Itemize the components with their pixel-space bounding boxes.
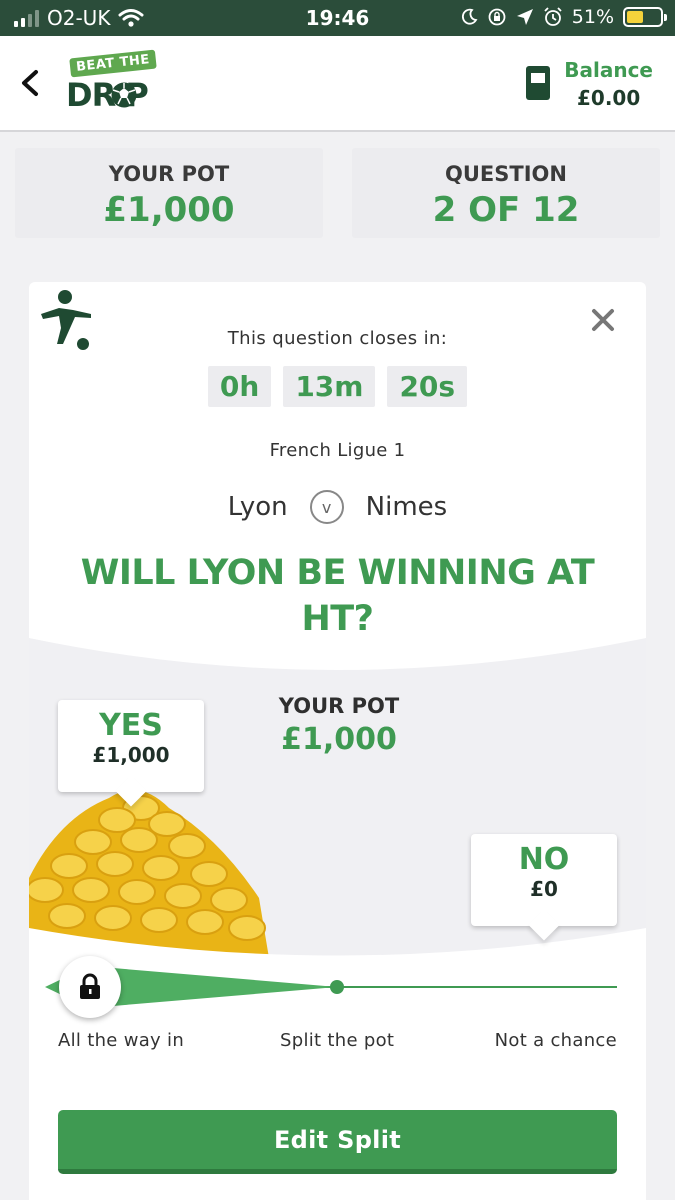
app-header: BEAT THE DR P Balance £0.00 [0,36,675,132]
no-amount: £0 [530,877,558,901]
closes-label: This question closes in: [227,328,448,349]
balance[interactable]: Balance £0.00 [564,58,653,110]
balance-label: Balance [564,58,653,82]
fixture: Lyon v Nimes [29,490,646,524]
league-name: French Ligue 1 [269,440,406,461]
timer-seconds: 20s [387,366,468,407]
battery-icon [623,7,667,27]
split-pot-value: £1,000 [281,722,397,757]
your-pot-title: YOUR POT [108,162,230,186]
split-midpoint-marker [330,980,344,994]
timer-hours: 0h [207,366,272,407]
question-progress-value: 2 OF 12 [432,190,580,230]
versus-badge: v [309,490,344,524]
alarm-icon [544,7,562,26]
split-pot-label: YOUR POT [278,694,400,718]
no-bubble: NO £0 [471,834,617,941]
back-arrow-icon[interactable] [18,68,44,98]
lock-icon [80,973,100,999]
rotation-lock-icon [488,8,506,26]
status-bar: O2-UK 19:46 51% [0,0,675,36]
slider-label-right: Not a chance [494,1030,617,1051]
slider-label-left: All the way in [58,1030,185,1051]
yes-amount: £1,000 [92,743,170,767]
countdown-timer: 0h 13m 20s [29,366,646,407]
football-icon [111,82,137,108]
moon-icon [461,8,478,25]
home-team: Lyon [227,492,288,522]
question-progress-card: QUESTION 2 OF 12 [352,148,660,238]
no-label: NO [518,842,570,877]
wallet-icon[interactable] [526,66,550,100]
question-text: WILL LYON BE WINNING AT HT? [80,553,595,639]
balance-value: £0.00 [576,86,641,110]
yes-label: YES [99,708,163,743]
your-pot-value: £1,000 [103,190,235,230]
yes-bubble: YES £1,000 [58,700,204,807]
battery-percent: 51% [571,6,614,28]
beat-the-drop-logo[interactable]: BEAT THE DR P [66,49,162,116]
away-team: Nimes [365,492,448,522]
slider-handle[interactable] [59,956,121,1018]
slider-label-middle: Split the pot [280,1030,395,1051]
timer-minutes: 13m [283,366,376,407]
question-card: This question closes in: 0h 13m 20s Fren… [29,282,646,1200]
your-pot-card: YOUR POT £1,000 [15,148,323,238]
location-icon [516,9,533,25]
edit-split-button[interactable]: Edit Split [58,1110,617,1174]
question-progress-title: QUESTION [445,162,567,186]
split-slider-track[interactable] [29,942,646,1022]
